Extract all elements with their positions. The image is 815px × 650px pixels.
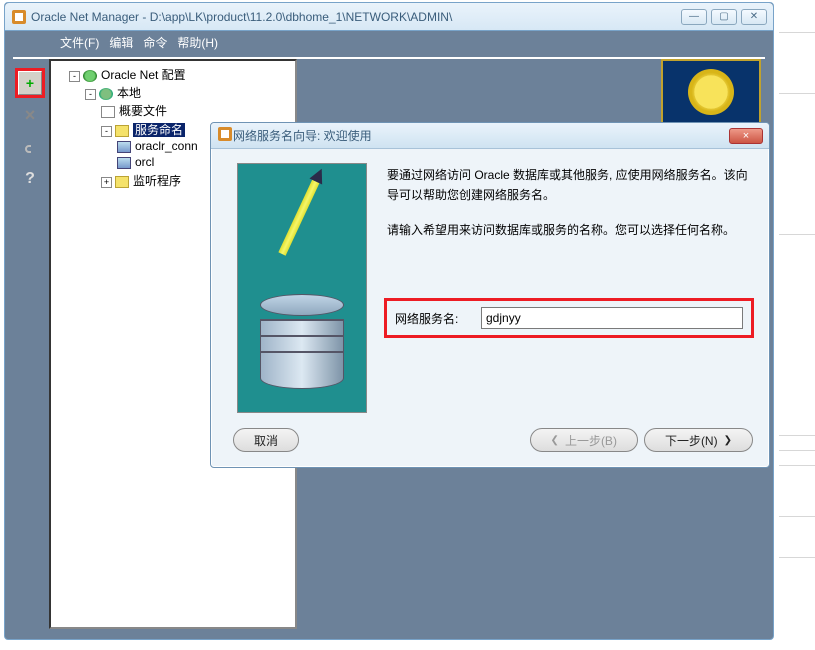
window-buttons: — ▢ ✕ (681, 9, 767, 25)
tree-local-label: 本地 (117, 86, 141, 100)
collapse-icon[interactable]: - (69, 71, 80, 82)
tree-svc-oraclr-label: oraclr_conn (135, 139, 198, 153)
app-icon (11, 9, 27, 25)
close-icon: × (743, 130, 749, 142)
folder-icon (115, 125, 129, 137)
dialog-close-button[interactable]: × (729, 128, 763, 144)
dialog-text: 要通过网络访问 Oracle 数据库或其他服务, 应使用网络服务名。该向导可以帮… (387, 165, 753, 254)
dialog-titlebar: 网络服务名向导: 欢迎使用 × (211, 123, 769, 149)
globe-icon (83, 70, 97, 82)
dialog-para2: 请输入希望用来访问数据库或服务的名称。您可以选择任何名称。 (387, 220, 753, 240)
tree-listeners-label: 监听程序 (133, 174, 181, 188)
menu-edit[interactable]: 编辑 (109, 34, 133, 51)
db-icon (117, 141, 131, 153)
dialog-button-row: 取消 ❮ 上一步(B) 下一步(N) ❯ (233, 425, 753, 455)
file-icon (101, 106, 115, 118)
tree-profile-label: 概要文件 (119, 104, 167, 118)
tree-service-naming-label: 服务命名 (133, 123, 185, 137)
menu-file[interactable]: 文件(F) (60, 34, 99, 51)
service-name-label: 网络服务名: (395, 310, 481, 327)
background-lines (779, 0, 815, 650)
expand-icon[interactable]: + (101, 177, 112, 188)
add-button[interactable]: + (18, 71, 42, 95)
pencil-icon (278, 180, 319, 256)
menu-command[interactable]: 命令 (143, 34, 167, 51)
menubar: 文件(F) 编辑 命令 帮助(H) (5, 31, 773, 53)
cancel-button[interactable]: 取消 (233, 428, 299, 452)
dialog-body: 要通过网络访问 Oracle 数据库或其他服务, 应使用网络服务名。该向导可以帮… (217, 153, 763, 461)
back-button-label: 上一步(B) (565, 432, 617, 449)
minimize-button[interactable]: — (681, 9, 707, 25)
decorative-gear (661, 59, 761, 125)
help-button[interactable]: ? (18, 167, 42, 191)
close-button[interactable]: ✕ (741, 9, 767, 25)
collapse-icon[interactable]: - (101, 126, 112, 137)
chevron-right-icon: ❯ (724, 435, 732, 446)
dialog-para1: 要通过网络访问 Oracle 数据库或其他服务, 应使用网络服务名。该向导可以帮… (387, 165, 753, 206)
db-icon (117, 157, 131, 169)
menu-help[interactable]: 帮助(H) (177, 34, 218, 51)
collapse-icon[interactable]: - (85, 89, 96, 100)
back-button[interactable]: ❮ 上一步(B) (530, 428, 638, 452)
chevron-left-icon: ❮ (551, 435, 559, 446)
globe-icon (99, 88, 113, 100)
dialog-title: 网络服务名向导: 欢迎使用 (233, 127, 729, 144)
titlebar: Oracle Net Manager - D:\app\LK\product\1… (5, 3, 773, 31)
cylinder-icon (260, 294, 344, 384)
window-title: Oracle Net Manager - D:\app\LK\product\1… (31, 10, 681, 24)
cancel-button-label: 取消 (254, 432, 278, 449)
service-name-field-row: 网络服务名: (387, 301, 751, 335)
next-button-label: 下一步(N) (665, 432, 718, 449)
maximize-button[interactable]: ▢ (711, 9, 737, 25)
tree-profile[interactable]: 概要文件 (101, 101, 293, 120)
folder-icon (115, 176, 129, 188)
tree-svc-orcl-label: orcl (135, 155, 154, 169)
wizard-dialog: 网络服务名向导: 欢迎使用 × 要通过网络访问 Oracle 数据库或其他服务,… (210, 122, 770, 468)
tree-root-label: Oracle Net 配置 (101, 68, 186, 82)
delete-button[interactable]: × (18, 103, 42, 127)
left-toolbar: + × ? (13, 59, 47, 629)
wizard-illustration (237, 163, 367, 413)
dialog-icon (217, 126, 233, 145)
service-name-input[interactable] (481, 307, 743, 329)
next-button[interactable]: 下一步(N) ❯ (644, 428, 753, 452)
link-button[interactable] (18, 135, 42, 159)
